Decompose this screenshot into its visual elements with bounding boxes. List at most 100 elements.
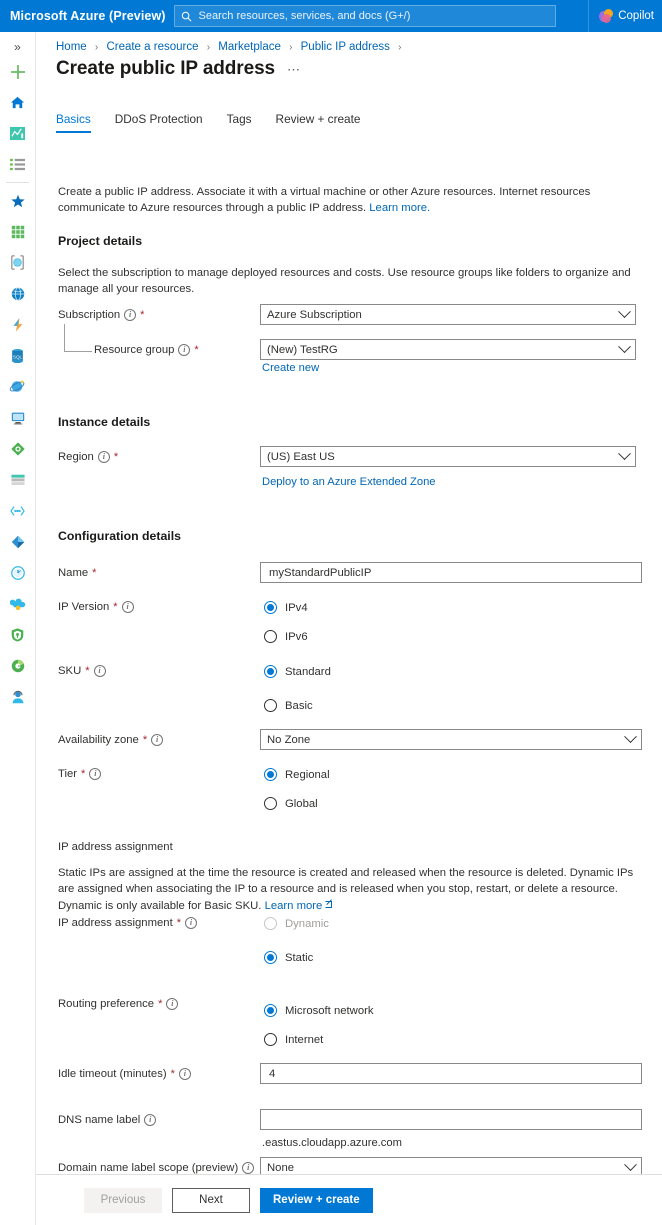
- create-new-resource-group-link[interactable]: Create new: [262, 362, 319, 374]
- info-icon[interactable]: i: [178, 1068, 191, 1080]
- required-marker: *: [140, 309, 145, 321]
- sku-option-basic[interactable]: Basic: [264, 699, 313, 712]
- azure-brand-label[interactable]: Microsoft Azure (Preview): [0, 9, 166, 23]
- more-actions-button[interactable]: ⋯: [287, 62, 301, 78]
- rail-expand-toggle[interactable]: »: [0, 32, 35, 56]
- name-input[interactable]: [267, 565, 635, 580]
- dns-name-label-field[interactable]: [260, 1109, 642, 1130]
- review-create-button[interactable]: Review + create: [260, 1187, 373, 1213]
- radio-button[interactable]: [264, 630, 277, 643]
- routing-preference-option-internet[interactable]: Internet: [264, 1033, 323, 1046]
- radio-button[interactable]: [264, 601, 277, 614]
- info-icon[interactable]: i: [121, 601, 134, 613]
- required-marker: *: [142, 734, 148, 746]
- function-app-icon[interactable]: [0, 309, 35, 340]
- idle-timeout-input[interactable]: [267, 1066, 635, 1081]
- tab-basics[interactable]: Basics: [56, 112, 105, 133]
- load-balancers-icon[interactable]: [0, 433, 35, 464]
- subscription-value: Azure Subscription: [267, 308, 362, 321]
- monitor-icon[interactable]: [0, 557, 35, 588]
- name-label-text: Name: [58, 567, 89, 579]
- breadcrumb-item-marketplace[interactable]: Marketplace: [218, 41, 281, 53]
- advisor-icon[interactable]: [0, 588, 35, 619]
- home-icon[interactable]: [0, 87, 35, 118]
- radio-button[interactable]: [264, 951, 277, 964]
- create-resource-icon[interactable]: [0, 56, 35, 87]
- resource-groups-icon[interactable]: [0, 247, 35, 278]
- breadcrumb-separator: ›: [206, 42, 211, 53]
- sku-label: SKU * i: [58, 665, 106, 677]
- extended-zone-link[interactable]: Deploy to an Azure Extended Zone: [262, 476, 436, 488]
- virtual-machines-icon[interactable]: [0, 402, 35, 433]
- info-icon[interactable]: i: [151, 734, 164, 746]
- radio-button[interactable]: [264, 665, 277, 678]
- idle-timeout-field[interactable]: [260, 1063, 642, 1084]
- info-icon[interactable]: i: [242, 1162, 255, 1174]
- top-navigation-bar: Microsoft Azure (Preview) Copilot: [0, 0, 662, 32]
- dashboard-icon[interactable]: [0, 118, 35, 149]
- name-field[interactable]: [260, 562, 642, 583]
- breadcrumb-separator: ›: [398, 42, 402, 53]
- wizard-footer: Previous Next Review + create: [36, 1175, 662, 1225]
- subscription-dropdown[interactable]: Azure Subscription: [260, 304, 636, 325]
- entra-id-icon[interactable]: [0, 526, 35, 557]
- favorites-icon[interactable]: [0, 185, 35, 216]
- tab-tags[interactable]: Tags: [227, 112, 266, 133]
- routing-preference-option-microsoft-network[interactable]: Microsoft network: [264, 1004, 374, 1017]
- learn-more-link[interactable]: Learn more.: [369, 202, 430, 214]
- dns-name-label-input[interactable]: [267, 1112, 635, 1127]
- storage-accounts-icon[interactable]: [0, 464, 35, 495]
- info-icon[interactable]: i: [124, 309, 137, 321]
- ip-assignment-learn-more-link[interactable]: Learn more: [265, 900, 323, 912]
- ip-version-option-label: IPv4: [285, 601, 308, 614]
- ip-version-option-ipv4[interactable]: IPv4: [264, 601, 308, 614]
- sql-databases-icon[interactable]: SQL: [0, 340, 35, 371]
- resource-group-dropdown[interactable]: (New) TestRG: [260, 339, 636, 360]
- tier-option-label: Global: [285, 797, 318, 810]
- radio-button[interactable]: [264, 1004, 277, 1017]
- info-icon[interactable]: i: [166, 998, 179, 1010]
- all-resources-icon[interactable]: [0, 216, 35, 247]
- global-search-box[interactable]: [173, 5, 556, 27]
- region-dropdown[interactable]: (US) East US: [260, 446, 636, 467]
- breadcrumb-item-public-ip-address[interactable]: Public IP address: [301, 41, 390, 53]
- project-details-description: Select the subscription to manage deploy…: [58, 267, 631, 296]
- radio-button[interactable]: [264, 699, 277, 712]
- tab-ddos-protection[interactable]: DDoS Protection: [115, 112, 217, 133]
- cosmos-db-icon[interactable]: [0, 371, 35, 402]
- section-heading-instance-details: Instance details: [58, 415, 151, 429]
- availability-zone-dropdown[interactable]: No Zone: [260, 729, 642, 750]
- dns-name-label-text: DNS name label: [58, 1114, 141, 1126]
- next-button[interactable]: Next: [172, 1187, 250, 1213]
- radio-button[interactable]: [264, 797, 277, 810]
- info-icon[interactable]: i: [93, 665, 106, 677]
- azure-portal-page: Microsoft Azure (Preview) Copilot »: [0, 0, 662, 1225]
- radio-button: [264, 917, 277, 930]
- app-services-icon[interactable]: [0, 278, 35, 309]
- ip-version-option-ipv6[interactable]: IPv6: [264, 630, 308, 643]
- info-icon[interactable]: i: [144, 1114, 157, 1126]
- radio-button[interactable]: [264, 1033, 277, 1046]
- cost-management-icon[interactable]: [0, 650, 35, 681]
- breadcrumb-item-create-a-resource[interactable]: Create a resource: [106, 41, 198, 53]
- copilot-button[interactable]: Copilot: [588, 0, 654, 32]
- all-services-icon[interactable]: [0, 149, 35, 180]
- hierarchy-connector: [64, 324, 92, 352]
- search-input[interactable]: [196, 9, 549, 23]
- help-support-icon[interactable]: [0, 681, 35, 712]
- breadcrumb-item-home[interactable]: Home: [56, 41, 87, 53]
- sku-option-standard[interactable]: Standard: [264, 665, 331, 678]
- info-icon[interactable]: i: [89, 768, 102, 780]
- sku-option-label: Basic: [285, 699, 313, 712]
- virtual-networks-icon[interactable]: [0, 495, 35, 526]
- info-icon[interactable]: i: [185, 917, 197, 929]
- radio-button[interactable]: [264, 768, 277, 781]
- defender-icon[interactable]: [0, 619, 35, 650]
- tier-option-regional[interactable]: Regional: [264, 768, 330, 781]
- ip-assignment-option-static[interactable]: Static: [264, 951, 313, 964]
- tab-review-create[interactable]: Review + create: [276, 112, 375, 133]
- tier-option-global[interactable]: Global: [264, 797, 318, 810]
- info-icon[interactable]: i: [178, 344, 191, 356]
- info-icon[interactable]: i: [97, 451, 110, 463]
- content-pane: Home › Create a resource › Marketplace ›…: [36, 32, 662, 1225]
